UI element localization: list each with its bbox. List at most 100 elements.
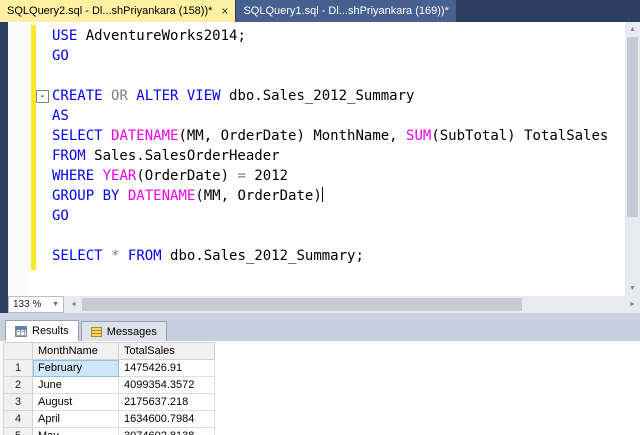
grid-cell[interactable]: 4099354.3572 xyxy=(118,376,215,394)
code-token: SELECT xyxy=(52,128,103,144)
grid-cell[interactable]: 1634600.7984 xyxy=(118,410,215,428)
vertical-scrollbar[interactable]: ▲ ▼ xyxy=(625,22,640,296)
code-line[interactable] xyxy=(36,226,624,246)
code-token: = xyxy=(237,168,246,184)
code-token: Sales.SalesOrderHeader xyxy=(85,148,280,164)
code-token: (MM, OrderDate) xyxy=(195,188,322,204)
grid-cell[interactable]: 3074602.8138 xyxy=(118,427,215,435)
grid-header-row: MonthName TotalSales xyxy=(3,342,215,360)
fold-collapse-icon[interactable]: - xyxy=(36,90,49,103)
code-token: FROM xyxy=(52,148,86,164)
results-tab-label: Results xyxy=(32,325,69,337)
chevron-down-icon: ▼ xyxy=(52,301,59,308)
code-line[interactable]: GO xyxy=(36,46,624,66)
row-number[interactable]: 3 xyxy=(3,393,33,411)
tab-label: SQLQuery1.sql - Dl...shPriyankara (169))… xyxy=(243,5,449,17)
code-line[interactable]: GO xyxy=(36,206,624,226)
table-row: 5May3074602.8138 xyxy=(3,427,215,435)
tab-sqlquery2[interactable]: SQLQuery2.sql - Dl...shPriyankara (158))… xyxy=(0,0,236,22)
code-token: DATENAME xyxy=(111,128,179,144)
grid-cell[interactable]: February xyxy=(32,359,119,377)
results-pane: Results Messages MonthName TotalSales 1F… xyxy=(0,320,640,435)
document-tabbar: SQLQuery2.sql - Dl...shPriyankara (158))… xyxy=(0,0,640,22)
code-token: YEAR xyxy=(102,168,137,184)
code-token: (OrderDate) xyxy=(136,168,238,184)
code-line[interactable]: WHERE YEAR(OrderDate) = 2012 xyxy=(36,166,624,186)
code-token: OR xyxy=(111,88,128,104)
messages-icon xyxy=(90,326,102,337)
scroll-left-icon[interactable]: ◄ xyxy=(66,296,81,313)
code-token: DATENAME xyxy=(127,188,196,204)
code-token: CREATE xyxy=(52,88,112,104)
zoom-value: 133 % xyxy=(13,299,42,310)
scroll-up-icon[interactable]: ▲ xyxy=(625,22,640,37)
text-caret xyxy=(321,187,324,202)
code-line[interactable]: GROUP BY DATENAME(MM, OrderDate) xyxy=(36,186,624,206)
table-row: 1 February 1475426.91 xyxy=(3,359,215,377)
results-tabstrip: Results Messages xyxy=(0,320,640,341)
table-row: 2 June 4099354.3572 xyxy=(3,376,215,394)
code-token: (SubTotal) TotalSales xyxy=(431,128,609,144)
tab-sqlquery1[interactable]: SQLQuery1.sql - Dl...shPriyankara (169))… xyxy=(236,0,456,22)
messages-tab-label: Messages xyxy=(106,325,157,338)
code-token: ALTER VIEW xyxy=(127,88,221,104)
sql-editor[interactable]: USE AdventureWorks2014; GO - CREATE OR ALTE… xyxy=(8,22,640,296)
row-number[interactable]: 4 xyxy=(3,410,33,428)
tab-messages[interactable]: Messages xyxy=(80,321,167,341)
code-token: (MM, OrderDate) MonthName, xyxy=(178,128,407,144)
code-token: SUM xyxy=(406,128,432,144)
vertical-scrollbar-thumb[interactable] xyxy=(627,37,638,217)
code-token: USE xyxy=(52,28,78,44)
results-grid-area: MonthName TotalSales 1 February 1475426.91… xyxy=(0,341,640,435)
code-lines[interactable]: USE AdventureWorks2014; GO - CREATE OR ALTE… xyxy=(36,26,624,296)
code-token: dbo.Sales_2012_Summary; xyxy=(161,248,364,264)
code-line[interactable]: FROM Sales.SalesOrderHeader xyxy=(36,146,624,166)
code-token: GO xyxy=(52,48,69,64)
table-row: 4 April 1634600.7984 xyxy=(3,410,215,428)
grid-cell[interactable]: 1475426.91 xyxy=(118,359,215,377)
code-line[interactable]: AS xyxy=(36,106,624,126)
grid-cell[interactable]: April xyxy=(32,410,119,428)
code-line[interactable]: SELECT * FROM dbo.Sales_2012_Summary; xyxy=(36,246,624,266)
scroll-down-icon[interactable]: ▼ xyxy=(625,281,640,296)
tab-label: SQLQuery2.sql - Dl...shPriyankara (158))… xyxy=(7,5,213,17)
results-grid: MonthName TotalSales 1 February 1475426.91… xyxy=(3,342,215,435)
code-token: FROM xyxy=(127,248,162,264)
code-token: SELECT xyxy=(52,248,103,264)
row-number[interactable]: 1 xyxy=(3,359,33,377)
grid-cell[interactable]: 2175637.218 xyxy=(118,393,215,411)
close-icon[interactable]: × xyxy=(221,5,228,17)
code-token: GROUP BY xyxy=(52,188,120,204)
grid-body: 1 February 1475426.91 2 June 4099354.3572 3 Aug… xyxy=(3,359,215,435)
code-token: AS xyxy=(52,108,69,124)
results-grid-icon xyxy=(15,325,27,337)
grid-cell[interactable]: August xyxy=(32,393,119,411)
code-token: dbo.Sales_2012_Summary xyxy=(220,88,415,104)
grid-corner-cell[interactable] xyxy=(3,342,33,360)
column-header-totalsales[interactable]: TotalSales xyxy=(118,342,215,360)
grid-cell[interactable]: May xyxy=(32,427,119,435)
tab-results[interactable]: Results xyxy=(5,320,79,341)
code-line[interactable]: - CREATE OR ALTER VIEW dbo.Sales_2012_Sum… xyxy=(36,86,624,106)
row-number[interactable]: 2 xyxy=(3,376,33,394)
code-token: WHERE xyxy=(52,168,95,184)
horizontal-scrollbar[interactable]: ◄ ► xyxy=(64,296,640,313)
code-line[interactable] xyxy=(36,66,624,86)
code-token: GO xyxy=(52,208,69,224)
row-number[interactable]: 5 xyxy=(3,427,33,435)
ssms-window: SQLQuery2.sql - Dl...shPriyankara (158))… xyxy=(0,0,640,435)
column-header-monthname[interactable]: MonthName xyxy=(32,342,119,360)
horizontal-scrollbar-thumb[interactable] xyxy=(82,298,522,311)
pane-splitter[interactable] xyxy=(0,313,640,320)
editor-indicator-margin xyxy=(8,22,30,296)
grid-cell[interactable]: June xyxy=(32,376,119,394)
table-row: 3 August 2175637.218 xyxy=(3,393,215,411)
code-line[interactable]: USE AdventureWorks2014; xyxy=(36,26,624,46)
scroll-right-icon[interactable]: ► xyxy=(625,296,640,313)
zoom-control[interactable]: 133 % ▼ xyxy=(8,296,64,313)
code-line[interactable]: SELECT DATENAME(MM, OrderDate) MonthName… xyxy=(36,126,624,146)
